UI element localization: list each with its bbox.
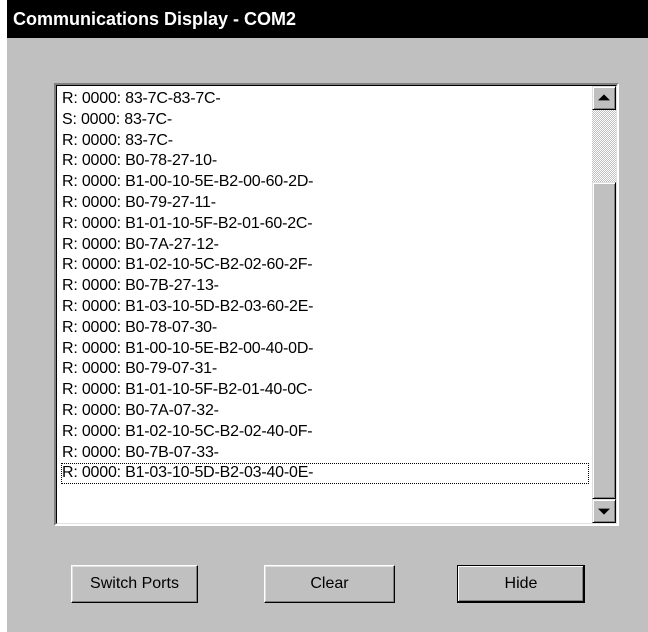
vertical-scrollbar[interactable] bbox=[592, 86, 616, 523]
log-line[interactable]: R: 0000: B0-78-27-10- bbox=[61, 151, 589, 172]
switch-ports-button[interactable]: Switch Ports bbox=[71, 565, 198, 603]
log-line[interactable]: R: 0000: B1-03-10-5D-B2-03-60-2E- bbox=[61, 297, 589, 318]
log-line[interactable]: R: 0000: B1-00-10-5E-B2-00-40-0D- bbox=[61, 339, 589, 360]
scroll-down-arrow-icon bbox=[598, 508, 610, 515]
log-line[interactable]: R: 0000: B0-7A-07-32- bbox=[61, 401, 589, 422]
log-line[interactable]: R: 0000: B0-7B-07-33- bbox=[61, 443, 589, 464]
scroll-down-button[interactable] bbox=[592, 499, 616, 523]
listbox-frame: R: 0000: 83-7C-83-7C- S: 0000: 83-7C- R: 0… bbox=[56, 85, 617, 524]
log-line[interactable]: R: 0000: B0-79-07-31- bbox=[61, 359, 589, 380]
clear-button[interactable]: Clear bbox=[264, 565, 395, 603]
log-rows[interactable]: R: 0000: 83-7C-83-7C- S: 0000: 83-7C- R: 0… bbox=[61, 89, 589, 521]
log-line[interactable]: R: 0000: B0-79-27-11- bbox=[61, 193, 589, 214]
scroll-up-button[interactable] bbox=[592, 86, 616, 110]
scroll-up-arrow-icon bbox=[598, 94, 610, 101]
log-line[interactable]: R: 0000: B1-01-10-5F-B2-01-40-0C- bbox=[61, 380, 589, 401]
log-line[interactable]: R: 0000: B1-02-10-5C-B2-02-40-0F- bbox=[61, 422, 589, 443]
log-line[interactable]: R: 0000: B1-03-10-5D-B2-03-40-0E- bbox=[61, 463, 589, 485]
log-line[interactable]: R: 0000: B1-02-10-5C-B2-02-60-2F- bbox=[61, 255, 589, 276]
communications-log-listbox[interactable]: R: 0000: 83-7C-83-7C- S: 0000: 83-7C- R: 0… bbox=[54, 83, 619, 526]
hide-button[interactable]: Hide bbox=[457, 565, 585, 603]
log-line[interactable]: R: 0000: B0-7A-27-12- bbox=[61, 235, 589, 256]
log-line[interactable]: R: 0000: B0-78-07-30- bbox=[61, 318, 589, 339]
log-line[interactable]: R: 0000: 83-7C-83-7C- bbox=[61, 89, 589, 110]
scroll-track[interactable] bbox=[592, 110, 616, 182]
log-line[interactable]: R: 0000: 83-7C- bbox=[61, 131, 589, 152]
log-line[interactable]: S: 0000: 83-7C- bbox=[61, 110, 589, 131]
log-line[interactable]: R: 0000: B1-00-10-5E-B2-00-60-2D- bbox=[61, 172, 589, 193]
log-line[interactable]: R: 0000: B0-7B-27-13- bbox=[61, 276, 589, 297]
window-title: Communications Display - COM2 bbox=[7, 0, 648, 38]
log-line[interactable]: R: 0000: B1-01-10-5F-B2-01-60-2C- bbox=[61, 214, 589, 235]
scroll-thumb[interactable] bbox=[592, 182, 616, 499]
communications-window: Communications Display - COM2 R: 0000: 8… bbox=[7, 0, 648, 632]
